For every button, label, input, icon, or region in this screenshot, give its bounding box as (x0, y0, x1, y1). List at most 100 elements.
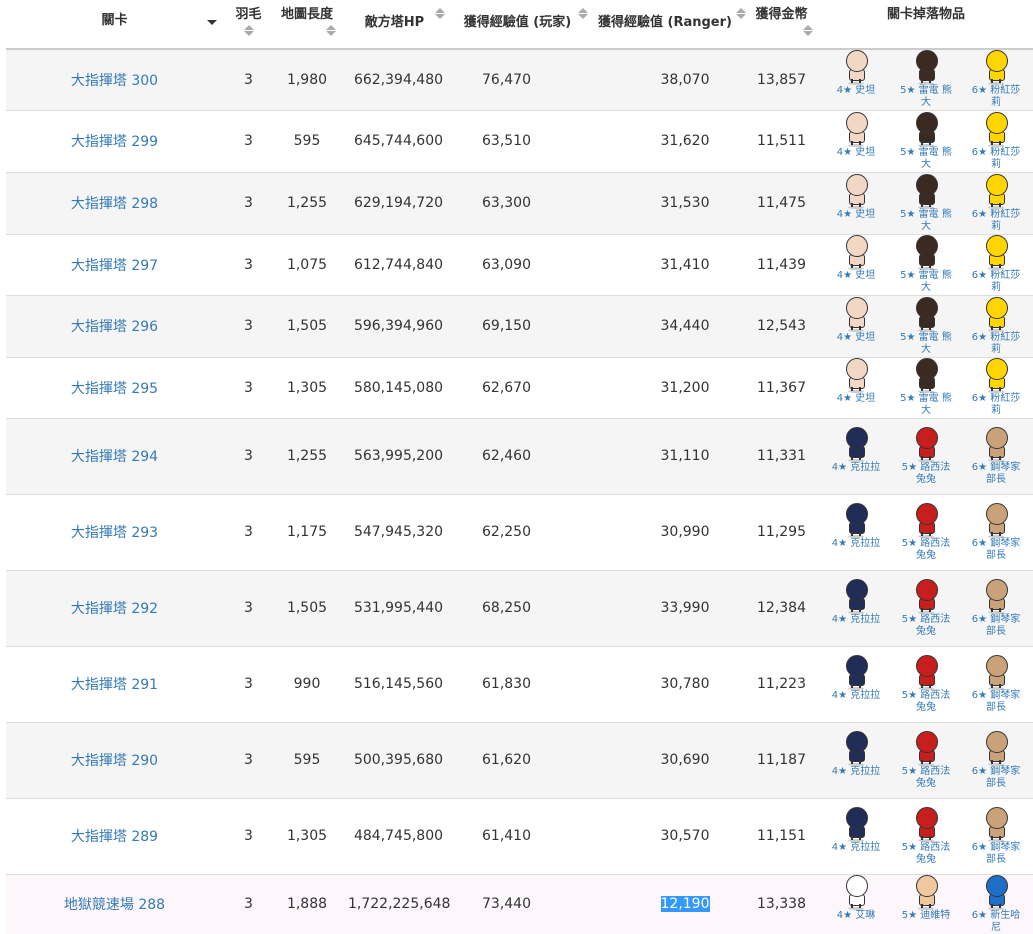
leonard-character-icon[interactable] (911, 173, 941, 209)
drop-label[interactable]: 5★ 路西法 兔兔 (897, 766, 955, 790)
dealer-character-icon[interactable] (911, 874, 941, 910)
lucifer-character-icon[interactable] (911, 654, 941, 690)
pianist-character-icon[interactable] (981, 806, 1011, 842)
drop-label[interactable]: 6★ 粉紅莎莉 (967, 85, 1025, 109)
drop-item[interactable]: 5★ 雷電 熊大 (897, 358, 955, 417)
stage-link[interactable]: 大指揮塔 290 (71, 753, 158, 769)
sonny-character-icon[interactable] (981, 874, 1011, 910)
drop-item[interactable]: 6★ 粉紅莎莉 (967, 358, 1025, 417)
drop-item[interactable]: 4★ 克拉拉 (827, 426, 885, 474)
stan-character-icon[interactable] (841, 358, 871, 393)
stan-character-icon[interactable] (841, 111, 871, 147)
drop-item[interactable]: 6★ 鋼琴家部長 (967, 578, 1025, 638)
drop-label[interactable]: 5★ 路西法 兔兔 (897, 842, 955, 866)
drop-item[interactable]: 4★ 艾琳 (827, 874, 885, 922)
stage-link[interactable]: 大指揮塔 296 (71, 319, 158, 335)
sort-icon[interactable] (803, 25, 813, 36)
drop-item[interactable]: 4★ 克拉拉 (827, 654, 885, 702)
drop-item[interactable]: 6★ 新生哈尼 (967, 874, 1025, 934)
drop-item[interactable]: 6★ 鋼琴家部長 (967, 654, 1025, 714)
lucifer-character-icon[interactable] (911, 806, 941, 842)
drop-item[interactable]: 5★ 雷電 熊大 (897, 296, 955, 356)
stage-link[interactable]: 大指揮塔 297 (71, 258, 158, 274)
stage-link[interactable]: 地獄競速場 288 (64, 897, 165, 913)
drop-item[interactable]: 5★ 雷電 熊大 (897, 173, 955, 233)
drop-label[interactable]: 5★ 雷電 熊大 (897, 209, 955, 233)
drop-item[interactable]: 5★ 路西法 兔兔 (897, 730, 955, 790)
drop-label[interactable]: 5★ 雷電 熊大 (897, 332, 955, 356)
sort-desc-icon[interactable] (207, 20, 217, 25)
leonard-character-icon[interactable] (911, 50, 941, 86)
drop-label[interactable]: 5★ 雷電 熊大 (897, 270, 955, 294)
drop-label[interactable]: 4★ 史坦 (837, 209, 876, 221)
drop-label[interactable]: 4★ 克拉拉 (832, 766, 881, 778)
drop-label[interactable]: 6★ 粉紅莎莉 (967, 393, 1025, 417)
pianist-character-icon[interactable] (981, 502, 1011, 538)
stan-character-icon[interactable] (841, 235, 871, 270)
drop-label[interactable]: 6★ 粉紅莎莉 (967, 147, 1025, 171)
drop-label[interactable]: 4★ 克拉拉 (832, 690, 881, 702)
stan-character-icon[interactable] (841, 50, 871, 86)
clara-character-icon[interactable] (841, 578, 871, 614)
drop-label[interactable]: 6★ 鋼琴家部長 (967, 538, 1025, 562)
drop-item[interactable]: 4★ 史坦 (827, 235, 885, 282)
lucifer-character-icon[interactable] (911, 730, 941, 766)
col-header-exp-player[interactable]: 獲得經驗值 (玩家) (449, 0, 588, 50)
pianist-character-icon[interactable] (981, 578, 1011, 614)
pianist-character-icon[interactable] (981, 654, 1011, 690)
drop-item[interactable]: 4★ 史坦 (827, 296, 885, 344)
drop-item[interactable]: 5★ 路西法 兔兔 (897, 654, 955, 714)
drop-label[interactable]: 6★ 粉紅莎莉 (967, 209, 1025, 233)
sort-icon[interactable] (326, 25, 336, 36)
col-header-feather[interactable]: 羽毛 (223, 0, 274, 50)
drop-label[interactable]: 4★ 克拉拉 (832, 538, 881, 550)
col-header-exp-ranger[interactable]: 獲得經驗值 (Ranger) (586, 0, 746, 50)
leonard-character-icon[interactable] (911, 111, 941, 147)
sally-character-icon[interactable] (981, 173, 1011, 209)
drop-label[interactable]: 5★ 雷電 熊大 (897, 147, 955, 171)
drop-label[interactable]: 5★ 雷電 熊大 (897, 85, 955, 109)
drop-item[interactable]: 6★ 粉紅莎莉 (967, 111, 1025, 171)
drop-label[interactable]: 4★ 史坦 (837, 270, 876, 282)
drop-label[interactable]: 5★ 路西法 兔兔 (897, 614, 955, 638)
drop-label[interactable]: 4★ 克拉拉 (832, 462, 881, 474)
drop-label[interactable]: 4★ 史坦 (837, 332, 876, 344)
clara-character-icon[interactable] (841, 654, 871, 690)
drop-item[interactable]: 5★ 雷電 熊大 (897, 50, 955, 109)
drop-item[interactable]: 4★ 克拉拉 (827, 730, 885, 778)
drop-item[interactable]: 6★ 粉紅莎莉 (967, 296, 1025, 356)
lucifer-character-icon[interactable] (911, 426, 941, 462)
lucifer-character-icon[interactable] (911, 502, 941, 538)
sort-icon[interactable] (243, 25, 254, 36)
drop-label[interactable]: 6★ 粉紅莎莉 (967, 270, 1025, 294)
sally-character-icon[interactable] (981, 358, 1011, 393)
drop-label[interactable]: 6★ 鋼琴家部長 (967, 766, 1025, 790)
drop-item[interactable]: 4★ 克拉拉 (827, 806, 885, 854)
sally-character-icon[interactable] (981, 235, 1011, 270)
leonard-character-icon[interactable] (911, 358, 941, 393)
sally-character-icon[interactable] (981, 111, 1011, 147)
col-header-map-length[interactable]: 地圖長度 (274, 0, 340, 50)
erin-character-icon[interactable] (841, 874, 871, 910)
drop-label[interactable]: 4★ 克拉拉 (832, 614, 881, 626)
drop-item[interactable]: 6★ 鋼琴家部長 (967, 502, 1025, 562)
drop-item[interactable]: 6★ 鋼琴家部長 (967, 806, 1025, 866)
stan-character-icon[interactable] (841, 173, 871, 209)
drop-label[interactable]: 6★ 鋼琴家部長 (967, 842, 1025, 866)
drop-label[interactable]: 4★ 克拉拉 (832, 842, 881, 854)
drop-item[interactable]: 5★ 迪維特 (897, 874, 955, 922)
drop-item[interactable]: 4★ 史坦 (827, 50, 885, 97)
col-header-tower-hp[interactable]: 敵方塔HP (340, 0, 449, 50)
drop-item[interactable]: 5★ 雷電 熊大 (897, 235, 955, 294)
drop-label[interactable]: 6★ 鋼琴家部長 (967, 614, 1025, 638)
drop-item[interactable]: 6★ 鋼琴家部長 (967, 426, 1025, 486)
drop-label[interactable]: 5★ 路西法 兔兔 (897, 690, 955, 714)
stage-link[interactable]: 大指揮塔 300 (71, 73, 158, 89)
drop-label[interactable]: 5★ 雷電 熊大 (897, 393, 955, 417)
lucifer-character-icon[interactable] (911, 578, 941, 614)
drop-label[interactable]: 6★ 鋼琴家部長 (967, 462, 1025, 486)
drop-label[interactable]: 4★ 史坦 (837, 85, 876, 97)
col-header-gold[interactable]: 獲得金幣 (744, 0, 819, 50)
drop-item[interactable]: 4★ 史坦 (827, 111, 885, 159)
drop-item[interactable]: 5★ 路西法 兔兔 (897, 426, 955, 486)
